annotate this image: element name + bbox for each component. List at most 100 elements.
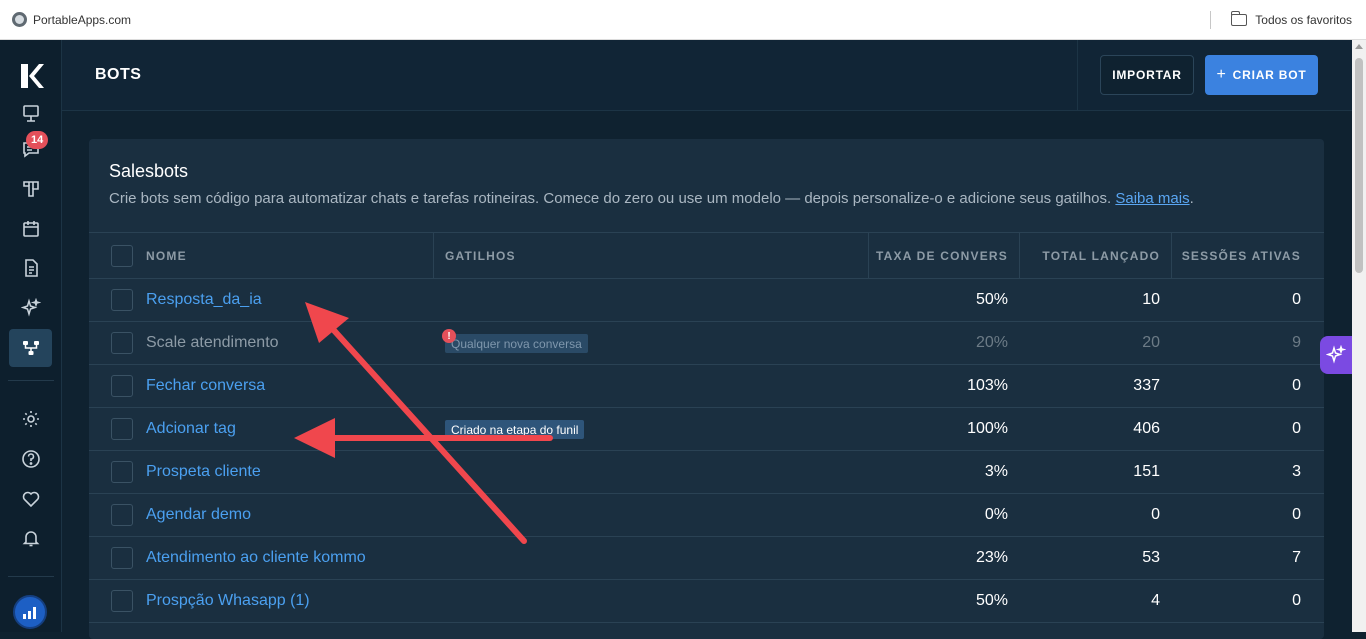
column-header-conversion[interactable]: TAXA DE CONVERS xyxy=(869,233,1008,279)
conversion-rate: 3% xyxy=(984,463,1008,480)
column-separator xyxy=(433,233,434,279)
description-period: . xyxy=(1189,190,1194,207)
bot-name-link[interactable]: Prospção Whasapp (1) xyxy=(146,580,310,622)
total-launched: 337 xyxy=(1133,377,1160,394)
active-sessions: 3 xyxy=(1292,463,1301,480)
table-row[interactable]: Atendimento ao cliente kommo 23% 53 7 xyxy=(89,537,1324,580)
table-row[interactable]: Scale atendimento Qualquer nova conversa… xyxy=(89,322,1324,365)
row-checkbox[interactable] xyxy=(111,289,133,311)
bot-name-link[interactable]: Scale atendimento xyxy=(146,322,279,364)
bot-name-link[interactable]: Adcionar tag xyxy=(146,408,236,450)
table-row[interactable]: Prospção Whasapp (1) 50% 4 0 xyxy=(89,580,1324,623)
conversion-rate: 103% xyxy=(967,377,1008,394)
description-text: Crie bots sem código para automatizar ch… xyxy=(109,190,1112,207)
page-scrollbar[interactable] xyxy=(1352,40,1366,632)
card-description: Crie bots sem código para automatizar ch… xyxy=(109,190,1194,207)
column-header-name[interactable]: NOME xyxy=(146,233,187,279)
portableapps-favicon-icon xyxy=(12,12,27,27)
bots-table: NOME GATILHOS TAXA DE CONVERS TOTAL LANÇ… xyxy=(89,232,1324,623)
plus-icon: + xyxy=(1216,66,1227,83)
help-icon xyxy=(21,450,40,468)
column-header-total[interactable]: TOTAL LANÇADO xyxy=(1019,233,1160,279)
active-sessions: 7 xyxy=(1292,549,1301,566)
column-header-triggers[interactable]: GATILHOS xyxy=(445,233,516,279)
warning-icon: ! xyxy=(442,329,456,343)
row-checkbox[interactable] xyxy=(111,332,133,354)
table-row[interactable]: Adcionar tag Criado na etapa do funil 10… xyxy=(89,408,1324,451)
app: 14 BOTS IMPORTAR + CRIAR BOT Salesbots C… xyxy=(0,40,1366,639)
row-checkbox[interactable] xyxy=(111,418,133,440)
sidebar-item-notifications[interactable] xyxy=(9,519,52,557)
bookmark-portableapps[interactable]: PortableApps.com xyxy=(12,12,131,27)
total-launched: 406 xyxy=(1133,420,1160,437)
sidebar-item-dashboard[interactable] xyxy=(9,102,52,126)
automation-icon xyxy=(22,341,39,355)
trigger-tag[interactable]: Criado na etapa do funil xyxy=(445,420,585,439)
row-checkbox[interactable] xyxy=(111,590,133,612)
import-button[interactable]: IMPORTAR xyxy=(1100,55,1194,95)
sparkles-icon xyxy=(1326,345,1346,364)
scrollbar-thumb[interactable] xyxy=(1355,58,1363,273)
conversion-rate: 0% xyxy=(984,506,1008,523)
row-checkbox[interactable] xyxy=(111,461,133,483)
bell-icon xyxy=(22,531,39,547)
total-launched: 20 xyxy=(1142,334,1160,351)
user-avatar[interactable] xyxy=(13,595,47,629)
bookmark-label: PortableApps.com xyxy=(33,12,132,27)
scroll-up-arrow-icon[interactable] xyxy=(1355,44,1363,49)
table-row[interactable]: Prospeta cliente 3% 151 3 xyxy=(89,451,1324,494)
create-bot-button[interactable]: + CRIAR BOT xyxy=(1205,55,1318,95)
create-bot-label: CRIAR BOT xyxy=(1232,68,1307,82)
sidebar-item-settings[interactable] xyxy=(9,400,52,438)
total-launched: 151 xyxy=(1133,463,1160,480)
page-title: BOTS xyxy=(95,66,142,83)
select-all-checkbox[interactable] xyxy=(111,245,133,267)
row-checkbox[interactable] xyxy=(111,504,133,526)
bookmarks-bar: PortableApps.com Todos os favoritos xyxy=(0,0,1366,40)
column-header-sessions[interactable]: SESSÕES ATIVAS xyxy=(1171,233,1301,279)
sidebar-item-calendar[interactable] xyxy=(9,210,52,248)
ai-assistant-button[interactable] xyxy=(1320,336,1352,374)
bot-name-link[interactable]: Prospeta cliente xyxy=(146,451,261,493)
salesbots-card: Salesbots Crie bots sem código para auto… xyxy=(89,139,1324,639)
bot-name-link[interactable]: Resposta_da_ia xyxy=(146,279,262,321)
calendar-icon xyxy=(22,221,39,237)
card-title: Salesbots xyxy=(109,161,189,181)
conversion-rate: 50% xyxy=(975,592,1008,609)
total-launched: 4 xyxy=(1151,592,1160,609)
bot-name-link[interactable]: Agendar demo xyxy=(146,494,251,536)
conversion-rate: 100% xyxy=(967,420,1008,437)
sidebar-item-automation[interactable] xyxy=(9,329,52,367)
conversion-rate: 50% xyxy=(975,291,1008,308)
active-sessions: 0 xyxy=(1292,291,1301,308)
trigger-tag[interactable]: Qualquer nova conversa xyxy=(445,334,588,353)
kommo-logo[interactable] xyxy=(17,62,45,90)
table-row[interactable]: Fechar conversa 103% 337 0 xyxy=(89,365,1324,408)
all-bookmarks[interactable]: Todos os favoritos xyxy=(1210,0,1352,40)
learn-more-link[interactable]: Saiba mais xyxy=(1115,190,1189,207)
row-checkbox[interactable] xyxy=(111,375,133,397)
active-sessions: 0 xyxy=(1292,420,1301,437)
conversion-rate: 20% xyxy=(975,334,1008,351)
table-row[interactable]: Agendar demo 0% 0 0 xyxy=(89,494,1324,537)
bot-name-link[interactable]: Fechar conversa xyxy=(146,365,265,407)
row-checkbox[interactable] xyxy=(111,547,133,569)
sidebar-item-ai[interactable] xyxy=(9,289,52,327)
sidebar: 14 xyxy=(0,40,62,632)
document-icon xyxy=(24,259,38,277)
bot-name-link[interactable]: Atendimento ao cliente kommo xyxy=(146,537,366,579)
sidebar-item-help[interactable] xyxy=(9,440,52,478)
active-sessions: 0 xyxy=(1292,377,1301,394)
table-row[interactable]: Resposta_da_ia 50% 10 0 xyxy=(89,279,1324,322)
active-sessions: 0 xyxy=(1292,506,1301,523)
sidebar-item-favorites[interactable] xyxy=(9,480,52,518)
sidebar-item-leads[interactable] xyxy=(9,170,52,208)
conversion-rate: 23% xyxy=(975,549,1008,566)
active-sessions: 9 xyxy=(1292,334,1301,351)
header-divider xyxy=(1077,40,1078,111)
sidebar-item-lists[interactable] xyxy=(9,249,52,287)
settings-icon xyxy=(22,411,39,427)
avatar-chart-icon xyxy=(23,607,36,619)
table-header: NOME GATILHOS TAXA DE CONVERS TOTAL LANÇ… xyxy=(89,232,1324,279)
bookmarks-separator xyxy=(1210,11,1212,29)
